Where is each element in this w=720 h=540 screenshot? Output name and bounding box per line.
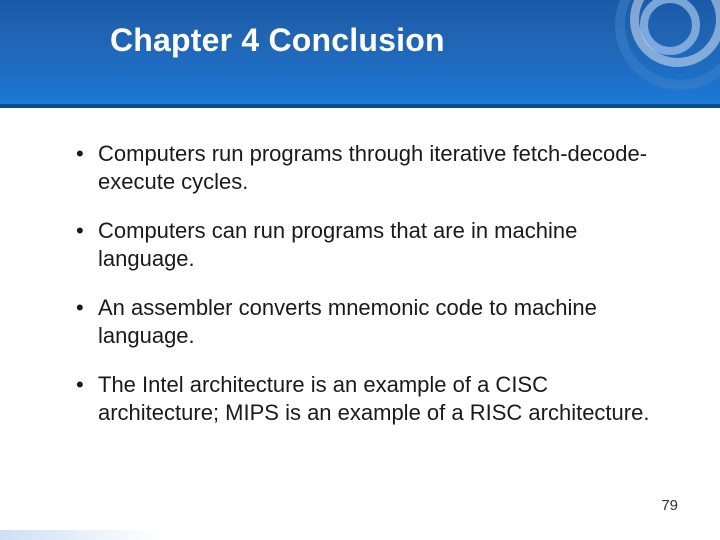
footer-strip-decoration [0, 530, 160, 540]
bullet-item: Computers can run programs that are in m… [70, 217, 660, 272]
bullet-item: An assembler converts mnemonic code to m… [70, 294, 660, 349]
header-rings-decoration [570, 0, 720, 108]
slide-content: Computers run programs through iterative… [0, 108, 720, 426]
bullet-item: The Intel architecture is an example of … [70, 371, 660, 426]
slide-title: Chapter 4 Conclusion [110, 22, 445, 59]
slide-header: Chapter 4 Conclusion [0, 0, 720, 108]
bullet-list: Computers run programs through iterative… [70, 140, 660, 426]
bullet-item: Computers run programs through iterative… [70, 140, 660, 195]
page-number: 79 [661, 497, 678, 514]
